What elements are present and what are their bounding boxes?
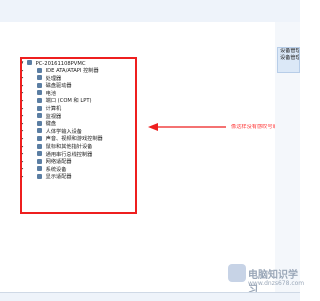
red-arrow-icon (148, 123, 226, 131)
right-panel-title: 设备管理 设备管理 (277, 47, 300, 73)
right-panel-title-line: 设备管理 (280, 55, 300, 61)
top-toolbar (0, 0, 300, 23)
right-panel-title-line: 设备管理 (280, 48, 300, 54)
right-panel: 设备管理 设备管理 (275, 22, 300, 292)
watermark-url: www.dnzs678.com (248, 280, 305, 287)
watermark-logo-icon (228, 264, 246, 282)
device-manager-window: ▾ PC-20161108PVMC ▸ IDE ATA/ATAPI 控制器 ▸ … (0, 22, 276, 292)
red-highlight-box (20, 57, 137, 214)
